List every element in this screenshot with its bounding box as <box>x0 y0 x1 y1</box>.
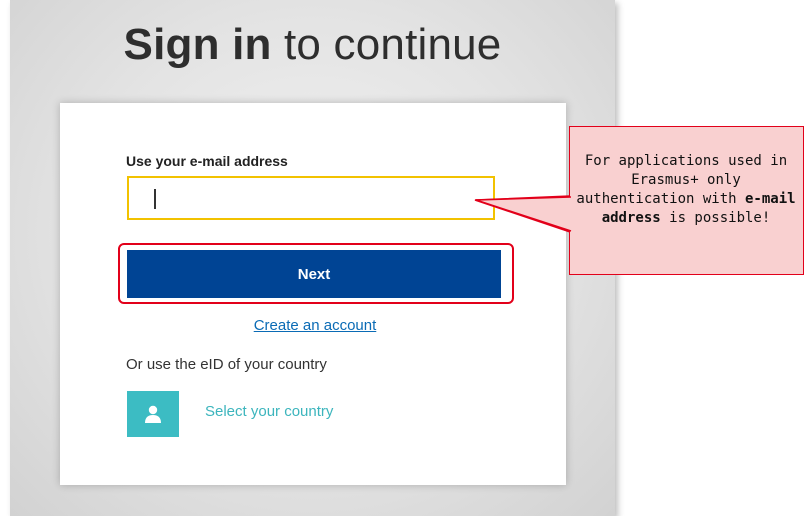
callout-text: For applications used in Erasmus+ only a… <box>570 152 802 228</box>
page-title: Sign in to continue <box>10 20 615 70</box>
page-title-strong: Sign in <box>123 20 272 69</box>
callout-text-2: is possible! <box>660 210 771 226</box>
page-title-rest: to continue <box>271 20 502 69</box>
select-country-icon-button[interactable] <box>127 391 179 437</box>
email-label: Use your e-mail address <box>126 153 288 169</box>
email-input[interactable] <box>127 176 495 220</box>
next-button[interactable]: Next <box>127 250 501 298</box>
eid-text: Or use the eID of your country <box>126 356 327 373</box>
select-country-link[interactable]: Select your country <box>205 403 333 420</box>
person-icon <box>145 405 161 423</box>
text-caret <box>154 189 156 209</box>
create-account-link[interactable]: Create an account <box>230 317 400 334</box>
